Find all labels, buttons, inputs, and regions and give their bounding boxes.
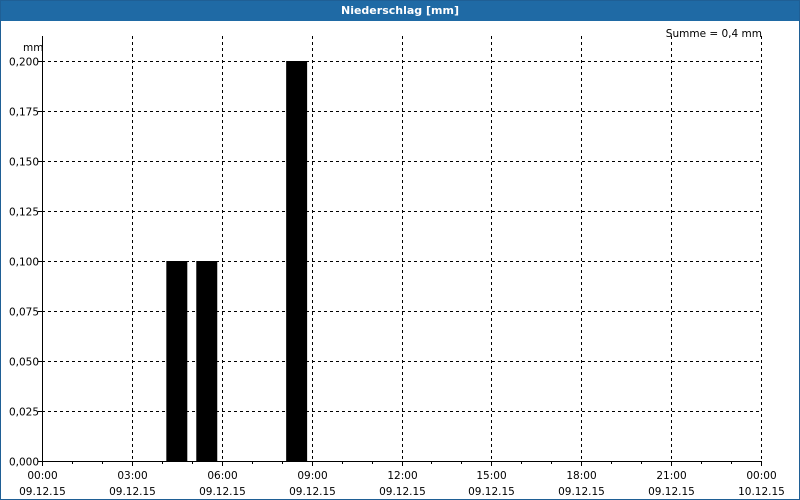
precipitation-bar — [286, 61, 308, 461]
x-tick-date: 09.12.15 — [558, 486, 605, 498]
y-tick-label: 0,050 — [9, 357, 39, 369]
precipitation-bar — [196, 261, 218, 461]
x-tick-time: 15:00 — [476, 470, 506, 482]
y-tick-label: 0,150 — [9, 157, 39, 169]
x-tick-labels: 00:00 09.12.15 03:00 09.12.15 06:00 09.12.15 0… — [19, 470, 785, 498]
sum-annotation: Summe = 0,4 mm — [666, 28, 762, 40]
x-tick-date: 09.12.15 — [19, 486, 66, 498]
y-tick-label: 0,075 — [9, 307, 39, 319]
x-tick-date: 09.12.15 — [379, 486, 426, 498]
x-tick-date: 10.12.15 — [738, 486, 785, 498]
axes — [38, 36, 762, 466]
x-tick-time: 09:00 — [297, 470, 327, 482]
x-tick-date: 09.12.15 — [199, 486, 246, 498]
x-tick-time: 18:00 — [566, 470, 596, 482]
precipitation-bar — [166, 261, 188, 461]
y-tick-label: 0,025 — [9, 407, 39, 419]
y-tick-label: 0,000 — [9, 457, 39, 469]
chart-window: Niederschlag [mm] mm Summe = 0,4 mm 0,00… — [0, 0, 800, 500]
y-tick-label: 0,100 — [9, 257, 39, 269]
x-tick-time: 00:00 — [746, 470, 776, 482]
x-tick-date: 09.12.15 — [109, 486, 156, 498]
x-tick-time: 06:00 — [207, 470, 237, 482]
x-tick-date: 09.12.15 — [289, 486, 336, 498]
x-tick-date: 09.12.15 — [468, 486, 515, 498]
x-tick-time: 03:00 — [117, 470, 147, 482]
y-tick-labels: 0,000 0,025 0,050 0,075 0,100 0,125 0,150 0,175… — [9, 57, 39, 469]
y-tick-label: 0,175 — [9, 107, 39, 119]
x-tick-time: 00:00 — [27, 470, 57, 482]
y-tick-label: 0,125 — [9, 207, 39, 219]
y-axis-unit-label: mm — [23, 42, 43, 54]
x-tick-time: 21:00 — [656, 470, 686, 482]
x-tick-date: 09.12.15 — [648, 486, 695, 498]
y-tick-label: 0,200 — [9, 57, 39, 69]
precipitation-chart: mm Summe = 0,4 mm 0,0000,0250,0500,0750,… — [9, 28, 785, 498]
x-tick-time: 12:00 — [387, 470, 417, 482]
grid — [42, 36, 762, 461]
